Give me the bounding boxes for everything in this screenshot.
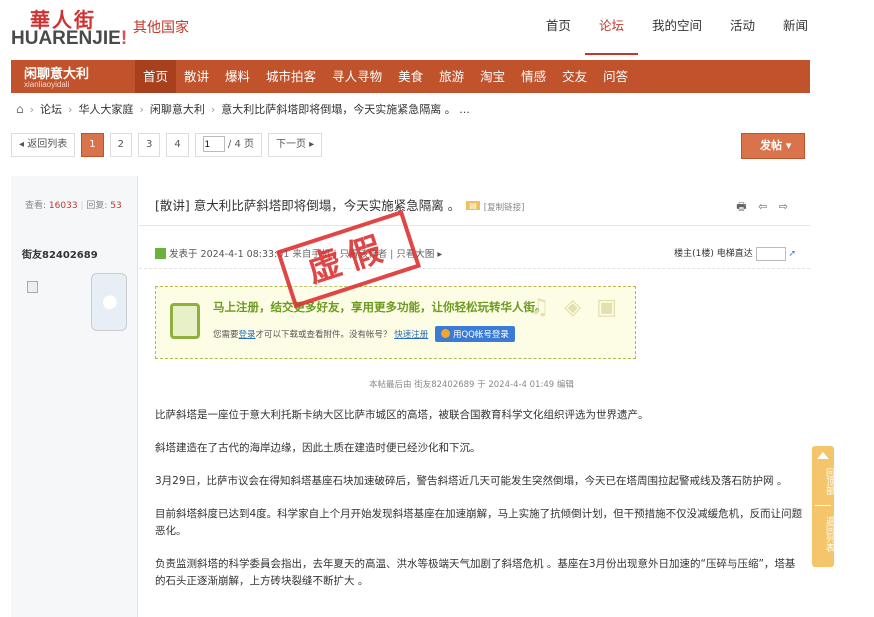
breadcrumb-group[interactable]: 华人大家庭 <box>78 101 133 117</box>
notice-text-mid: 才可以下载或查看附件。没有帐号？ <box>255 330 392 340</box>
back-to-top-button[interactable]: 回顶部 <box>812 461 834 501</box>
chevron-right-icon: › <box>68 102 73 116</box>
forum-tab-shopping[interactable]: 淘宝 <box>472 60 513 93</box>
forum-subtitle: xianliaoyidali <box>24 80 70 89</box>
divider <box>139 268 810 269</box>
post-paragraph: 比萨斜塔是一座位于意大利托斯卡纳大区比萨市城区的高塔，被联合国教育科学文化组织评… <box>155 409 649 421</box>
media-decoration-icon: ♫ ◈ ▣ <box>529 295 621 320</box>
next-page-button[interactable]: 下一页 ▸ <box>267 133 323 157</box>
apple-icon: ● <box>102 291 118 312</box>
floor-jump-input[interactable] <box>755 246 786 261</box>
site-section-label[interactable]: 其他国家 <box>133 17 189 37</box>
site-header: 華人街 HUARENJIE! 其他国家 首页 论坛 我的空间 活动 新闻 <box>0 0 874 55</box>
post-title: [散讲] 意大利比萨斜塔即将倒塌，今天实施紧急隔离 。 ▤ [复制链接] <box>155 195 524 214</box>
replies-count: 53 <box>110 201 122 211</box>
floating-toolbar: 回顶部 返回列表 <box>812 446 834 567</box>
new-post-button[interactable]: 发帖 ▾ <box>741 133 805 159</box>
post-tools[interactable]: 🖶 ⇦ ⇨ <box>736 198 792 217</box>
notice-text: 您需要登录才可以下载或查看附件。没有帐号？ 快速注册 用QQ帐号登录 <box>213 326 515 342</box>
user-status-icon <box>155 248 166 259</box>
top-nav-home[interactable]: 首页 <box>532 17 585 55</box>
notice-title: 马上注册，结交更多好友，享用更多功能，让你轻松玩转华人街。 <box>213 300 547 314</box>
qq-login-button[interactable]: 用QQ帐号登录 <box>434 326 515 342</box>
divider <box>815 505 831 506</box>
qq-icon <box>440 329 450 338</box>
post-paragraph: 3月29日，比萨市议会在得知斜塔基座石块加速破碎后，警告斜塔近几天可能发生突然倒… <box>155 475 788 487</box>
thread-stats: 查看: 16033 | 回复: 53 <box>25 201 122 211</box>
author-sidebar: 查看: 16033 | 回复: 53 街友82402689 ● <box>11 176 138 617</box>
post-paragraph: 负责监测斜塔的科学委員会指出，去年夏天的高温、洪水等极端天气加剧了斜塔危机 。基… <box>155 558 796 587</box>
page-3[interactable]: 3 <box>137 133 161 157</box>
top-nav: 首页 论坛 我的空间 活动 新闻 <box>532 17 822 55</box>
float-back-to-list-button[interactable]: 返回列表 <box>812 510 834 558</box>
copy-link-button[interactable]: [复制链接] <box>484 203 525 213</box>
forum-tab-emotion[interactable]: 情感 <box>513 60 554 93</box>
pagination: ◂ 返回列表 1 2 3 4 / 4 页 下一页 ▸ <box>11 133 323 157</box>
jump-go-icon[interactable]: ➚ <box>788 249 796 259</box>
register-link[interactable]: 快速注册 <box>394 330 428 340</box>
page-total: / 4 页 <box>227 139 254 150</box>
breadcrumb: ⌂ › 论坛 › 华人大家庭 › 闲聊意大利 › 意大利比萨斜塔即将倒塌，今天实… <box>16 101 470 117</box>
top-nav-forum[interactable]: 论坛 <box>584 17 638 55</box>
chevron-right-icon: › <box>139 102 144 116</box>
lock-icon <box>170 303 200 339</box>
logo-english[interactable]: HUARENJIE! <box>11 28 127 50</box>
post-body: 比萨斜塔是一座位于意大利托斯卡纳大区比萨市城区的高塔，被联合国教育科学文化组织评… <box>155 407 803 606</box>
page-jump: / 4 页 <box>194 133 262 157</box>
chevron-right-icon: › <box>210 102 216 116</box>
forum-tab-breaking[interactable]: 爆料 <box>217 60 258 93</box>
forum-tab-friends[interactable]: 交友 <box>554 60 595 93</box>
mobile-device-icon: ● <box>91 273 127 331</box>
hot-badge-icon: ▤ <box>466 201 480 210</box>
page-1[interactable]: 1 <box>81 133 104 157</box>
forum-category-nav: 首页 散讲 爆料 城市拍客 寻人寻物 美食 旅游 淘宝 情感 交友 问答 <box>135 60 636 93</box>
top-nav-news[interactable]: 新闻 <box>769 17 822 55</box>
chevron-right-icon: › <box>29 102 35 116</box>
breadcrumb-board[interactable]: 闲聊意大利 <box>150 101 205 117</box>
thread-title: [散讲] 意大利比萨斜塔即将倒塌，今天实施紧急隔离 。 <box>155 198 461 213</box>
notice-text-pre: 您需要 <box>213 330 239 340</box>
views-count: 16033 <box>48 201 78 211</box>
forum-tab-city-photo[interactable]: 城市拍客 <box>258 60 324 93</box>
register-notice: 马上注册，结交更多好友，享用更多功能，让你轻松玩转华人街。 您需要登录才可以下载… <box>155 286 636 359</box>
views-label: 查看: <box>25 201 47 211</box>
forum-nav-bar: 闲聊意大利 xianliaoyidali 首页 散讲 爆料 城市拍客 寻人寻物 … <box>11 60 810 93</box>
floor-label: 楼主(1楼) 电梯直达 <box>674 249 753 259</box>
avatar[interactable] <box>27 281 38 293</box>
post-paragraph: 斜塔建造在了古代的海岸边缘，因此土质在建造时便已经沙化和下沉。 <box>155 442 481 454</box>
page-jump-input[interactable] <box>202 136 225 152</box>
login-link[interactable]: 登录 <box>239 330 256 340</box>
forum-tab-food[interactable]: 美食 <box>390 60 431 93</box>
forum-tab-home[interactable]: 首页 <box>135 60 177 93</box>
page-4[interactable]: 4 <box>166 133 189 157</box>
arrow-up-icon <box>817 452 829 459</box>
forum-tab-chat[interactable]: 散讲 <box>176 60 217 93</box>
forum-tab-travel[interactable]: 旅游 <box>431 60 472 93</box>
post-paragraph: 目前斜塔斜度已达到4度。科学家自上个月开始发现斜塔基座在加速崩解，马上实施了抗倾… <box>155 508 803 537</box>
author-name[interactable]: 街友82402689 <box>22 246 98 261</box>
breadcrumb-forum[interactable]: 论坛 <box>40 101 62 117</box>
forum-tab-lost-found[interactable]: 寻人寻物 <box>324 60 390 93</box>
breadcrumb-thread[interactable]: 意大利比萨斜塔即将倒塌，今天实施紧急隔离 。 ... <box>221 101 469 117</box>
divider <box>139 225 810 226</box>
page-2[interactable]: 2 <box>109 133 132 157</box>
edit-note: 本帖最后由 街友82402689 于 2024-4-4 01:49 编辑 <box>369 380 574 390</box>
top-nav-events[interactable]: 活动 <box>716 17 769 55</box>
forum-tab-qa[interactable]: 问答 <box>595 60 636 93</box>
back-to-list-button[interactable]: ◂ 返回列表 <box>11 133 76 157</box>
qq-login-label: 用QQ帐号登录 <box>452 330 509 340</box>
replies-label: 回复: <box>86 201 108 211</box>
home-icon[interactable]: ⌂ <box>16 102 24 116</box>
top-nav-my-space[interactable]: 我的空间 <box>638 17 716 55</box>
floor-jump: 楼主(1楼) 电梯直达 ➚ <box>674 246 796 261</box>
